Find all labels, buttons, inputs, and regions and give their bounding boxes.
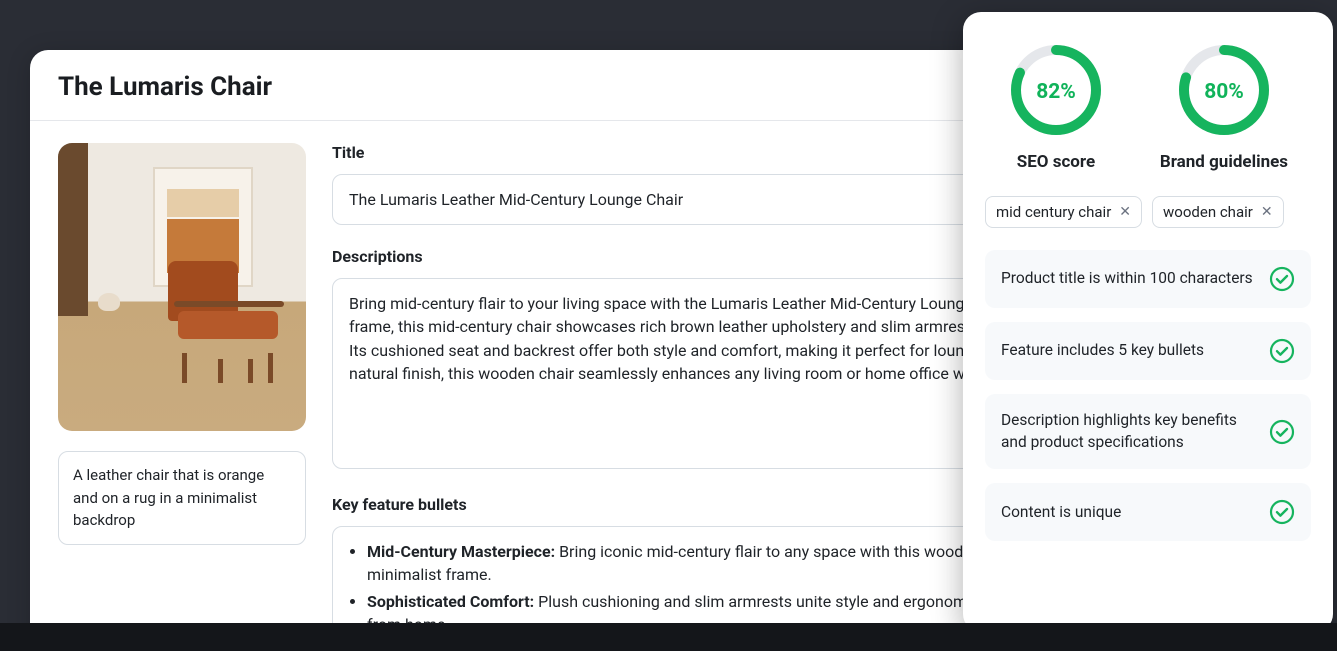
- check-text: Feature includes 5 key bullets: [1001, 340, 1255, 362]
- image-caption-input[interactable]: A leather chair that is orange and on a …: [58, 451, 306, 545]
- close-icon[interactable]: ✕: [1261, 205, 1273, 219]
- seo-gauge-svg: 82%: [1008, 42, 1104, 138]
- brand-score-gauge: 80% Brand guidelines: [1160, 42, 1288, 172]
- check-item: Description highlights key benefits and …: [985, 394, 1311, 469]
- score-gauges: 82% SEO score 80% Brand guidelines: [985, 42, 1311, 172]
- check-item: Feature includes 5 key bullets: [985, 322, 1311, 380]
- keyword-tags: mid century chair ✕ wooden chair ✕: [985, 196, 1311, 228]
- page-title: The Lumaris Chair: [58, 72, 272, 102]
- check-text: Product title is within 100 characters: [1001, 268, 1255, 290]
- brand-gauge-label: Brand guidelines: [1160, 152, 1288, 172]
- product-image[interactable]: [58, 143, 306, 431]
- tag-label: mid century chair: [996, 203, 1111, 221]
- check-circle-icon: [1269, 266, 1295, 292]
- check-circle-icon: [1269, 499, 1295, 525]
- brand-gauge-value: 80%: [1204, 80, 1244, 104]
- left-column: A leather chair that is orange and on a …: [58, 143, 306, 650]
- seo-gauge-label: SEO score: [1017, 152, 1095, 172]
- brand-gauge-svg: 80%: [1176, 42, 1272, 138]
- seo-score-gauge: 82% SEO score: [1008, 42, 1104, 172]
- bottom-bar: [0, 623, 1337, 651]
- seo-gauge-value: 82%: [1036, 80, 1076, 104]
- check-circle-icon: [1269, 419, 1295, 445]
- keyword-tag[interactable]: wooden chair ✕: [1152, 196, 1284, 228]
- check-list: Product title is within 100 characters Fe…: [985, 250, 1311, 541]
- close-icon[interactable]: ✕: [1119, 205, 1131, 219]
- check-text: Description highlights key benefits and …: [1001, 410, 1255, 453]
- check-text: Content is unique: [1001, 502, 1255, 524]
- check-circle-icon: [1269, 338, 1295, 364]
- keyword-tag[interactable]: mid century chair ✕: [985, 196, 1142, 228]
- check-item: Content is unique: [985, 483, 1311, 541]
- check-item: Product title is within 100 characters: [985, 250, 1311, 308]
- tag-label: wooden chair: [1163, 203, 1253, 221]
- insights-panel: 82% SEO score 80% Brand guidelines mid c…: [963, 12, 1333, 632]
